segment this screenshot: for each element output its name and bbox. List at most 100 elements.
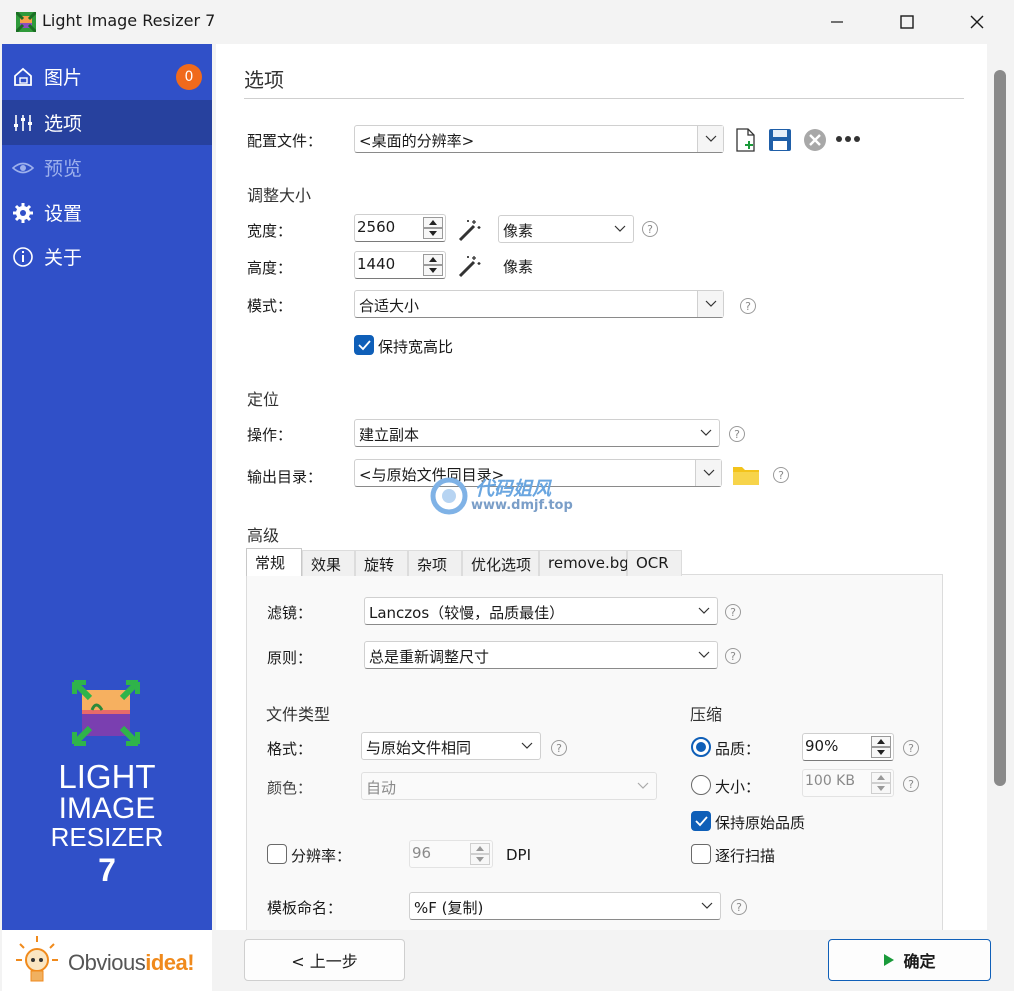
minimize-icon (831, 21, 843, 23)
logo-text-light: LIGHT (58, 758, 156, 795)
height-unit-label: 像素 (503, 258, 534, 276)
sidebar-item-preview[interactable]: 预览 (2, 145, 212, 190)
watermark: 代码姐风 www.dmjf.top (429, 474, 599, 520)
chevron-down-icon (697, 291, 723, 317)
watermark-logo-icon (430, 477, 468, 515)
stepper-up-icon[interactable] (871, 736, 891, 747)
delete-profile-icon[interactable] (803, 128, 827, 152)
tab-misc[interactable]: 杂项 (408, 550, 462, 576)
keep-ratio-label: 保持宽高比 (378, 338, 454, 356)
unit-value: 像素 (503, 222, 534, 240)
magic-wand-icon[interactable] (456, 218, 482, 242)
chevron-down-icon (695, 460, 721, 486)
page-title: 选项 (244, 68, 284, 92)
brand-logo[interactable]: Obviousidea! (68, 950, 195, 976)
help-icon[interactable]: ? (551, 740, 567, 756)
sidebar-item-about[interactable]: 关于 (2, 234, 212, 279)
format-label: 格式： (267, 740, 313, 758)
rule-select[interactable]: 总是重新调整尺寸 (364, 641, 718, 669)
ok-button[interactable]: 确定 (828, 939, 991, 981)
tab-removebg[interactable]: remove.bg (539, 550, 629, 576)
keep-quality-label: 保持原始品质 (715, 814, 806, 832)
progressive-label: 逐行扫描 (715, 847, 776, 865)
close-icon (970, 15, 984, 29)
help-icon[interactable]: ? (725, 604, 741, 620)
profile-select[interactable]: <桌面的分辨率> (354, 125, 724, 153)
quality-label: 品质： (715, 740, 761, 758)
keep-ratio-checkbox[interactable] (354, 335, 374, 355)
resolution-label: 分辨率： (291, 847, 352, 865)
app-icon (16, 12, 36, 32)
size-radio[interactable] (691, 775, 711, 795)
color-select[interactable]: 自动 (361, 772, 657, 800)
save-profile-icon[interactable] (768, 128, 792, 152)
stepper-up-icon[interactable] (470, 843, 490, 854)
tab-effects[interactable]: 效果 (302, 550, 355, 576)
sidebar-item-images[interactable]: 图片 0 (2, 54, 212, 99)
sliders-icon (14, 115, 32, 131)
format-select[interactable]: 与原始文件相同 (361, 732, 541, 760)
help-icon[interactable]: ? (731, 899, 747, 915)
action-value: 建立副本 (359, 426, 420, 444)
help-icon[interactable]: ? (903, 776, 919, 792)
stepper-down-icon[interactable] (423, 265, 443, 276)
quality-stepper[interactable]: 90% (802, 733, 894, 761)
size-stepper[interactable]: 100 KB (802, 769, 894, 797)
stepper-down-icon[interactable] (871, 747, 891, 758)
stepper-down-icon[interactable] (470, 854, 490, 865)
sidebar-item-settings[interactable]: 设置 (2, 190, 212, 235)
close-button[interactable] (954, 0, 1000, 44)
tab-optimize[interactable]: 优化选项 (462, 550, 539, 576)
resolution-unit: DPI (506, 846, 532, 864)
help-icon[interactable]: ? (729, 426, 745, 442)
format-value: 与原始文件相同 (366, 739, 472, 757)
tab-general[interactable]: 常规 (246, 548, 302, 576)
folder-icon[interactable] (732, 464, 760, 486)
height-stepper[interactable]: 1440 (354, 251, 446, 279)
output-dir-label: 输出目录： (247, 468, 323, 486)
checkmark-icon (695, 816, 708, 827)
window-title: Light Image Resizer 7 (42, 11, 216, 30)
brand-bar: Obviousidea! (2, 930, 212, 991)
sidebar-item-label: 设置 (44, 203, 83, 225)
back-button[interactable]: < 上一步 (244, 939, 405, 981)
stepper-down-icon[interactable] (423, 228, 443, 239)
naming-select[interactable]: %F (复制) (409, 892, 721, 920)
eye-icon (12, 162, 34, 174)
action-select[interactable]: 建立副本 (354, 419, 720, 447)
width-stepper[interactable]: 2560 (354, 214, 446, 242)
unit-select[interactable]: 像素 (498, 215, 634, 243)
keep-quality-checkbox[interactable] (691, 811, 711, 831)
help-icon[interactable]: ? (773, 467, 789, 483)
new-profile-icon[interactable] (735, 128, 757, 152)
resolution-stepper[interactable]: 96 (409, 840, 493, 868)
help-icon[interactable]: ? (725, 648, 741, 664)
more-options-icon[interactable] (835, 135, 861, 143)
chevron-down-icon (514, 733, 540, 759)
tab-rotate[interactable]: 旋转 (355, 550, 408, 576)
magic-wand-icon[interactable] (456, 254, 482, 278)
scrollbar-thumb[interactable] (994, 70, 1006, 786)
filter-value: Lanczos（较慢，品质最佳） (369, 604, 565, 622)
mode-select[interactable]: 合适大小 (354, 290, 724, 318)
minimize-button[interactable] (814, 0, 860, 44)
tab-ocr[interactable]: OCR (627, 550, 682, 576)
profile-value: <桌面的分辨率> (359, 132, 475, 150)
filter-select[interactable]: Lanczos（较慢，品质最佳） (364, 597, 718, 625)
width-label: 宽度： (247, 222, 293, 240)
stepper-up-icon[interactable] (423, 217, 443, 228)
quality-radio[interactable] (691, 737, 711, 757)
resolution-value: 96 (412, 844, 432, 862)
help-icon[interactable]: ? (642, 221, 658, 237)
progressive-checkbox[interactable] (691, 844, 711, 864)
action-label: 操作： (247, 426, 293, 444)
stepper-down-icon[interactable] (871, 783, 891, 794)
resolution-checkbox[interactable] (267, 844, 287, 864)
sidebar-item-options[interactable]: 选项 (2, 100, 212, 145)
stepper-up-icon[interactable] (423, 254, 443, 265)
help-icon[interactable]: ? (740, 298, 756, 314)
help-icon[interactable]: ? (903, 740, 919, 756)
rule-label: 原则： (267, 649, 313, 667)
maximize-button[interactable] (884, 0, 930, 44)
stepper-up-icon[interactable] (871, 772, 891, 783)
